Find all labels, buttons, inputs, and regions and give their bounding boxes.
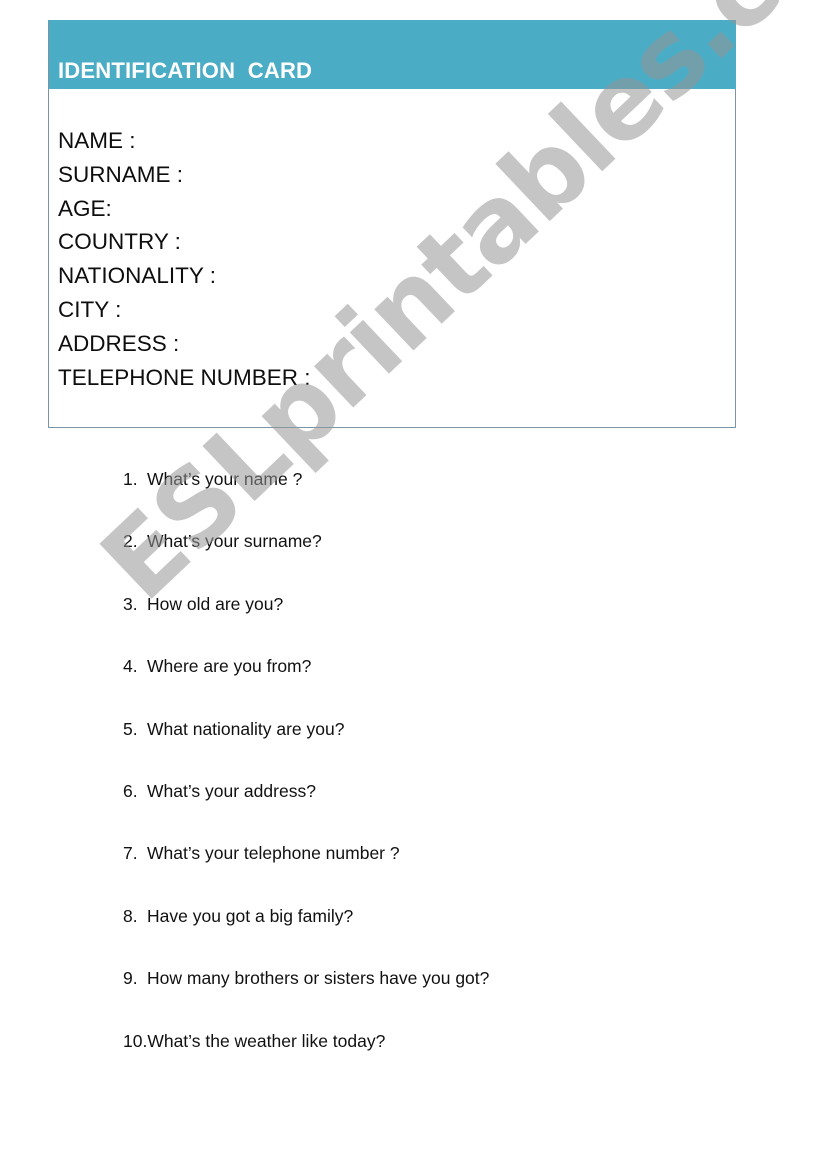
question-number: 2. [123, 531, 138, 552]
card-title: IDENTIFICATION CARD [58, 58, 313, 83]
question-number: 10. [123, 1030, 148, 1051]
card-fields: NAME : SURNAME : AGE: COUNTRY : NATIONAL… [58, 124, 311, 394]
question-number: 5. [123, 718, 138, 739]
field-surname: SURNAME : [58, 161, 184, 187]
question-number: 9. [123, 968, 138, 989]
question-item: 1. What’s your name ? [123, 466, 489, 528]
question-item: 2. What’s your surname? [123, 528, 489, 590]
identification-card: IDENTIFICATION CARD NAME : SURNAME : AGE… [48, 20, 736, 428]
question-list: 1. What’s your name ? 2. What’s your surna… [123, 466, 489, 1090]
question-text: What’s your name ? [147, 469, 303, 489]
question-number: 4. [123, 656, 138, 677]
question-text: What’s your surname? [147, 531, 322, 552]
question-number: 6. [123, 780, 138, 801]
question-number: 1. [123, 469, 138, 489]
question-item: 4. Where are you from? [123, 653, 489, 715]
question-text: What nationality are you? [147, 718, 345, 739]
field-name: NAME : [58, 128, 136, 153]
field-address: ADDRESS : [58, 330, 180, 356]
field-nationality: NATIONALITY : [58, 263, 216, 289]
question-number: 8. [123, 905, 138, 926]
question-item: 5. What nationality are you? [123, 716, 489, 778]
question-item: 7. What’s your telephone number ? [123, 840, 489, 902]
question-number: 7. [123, 843, 138, 864]
question-item: 6. What’s your address? [123, 778, 489, 840]
question-text: Have you got a big family? [147, 905, 354, 926]
question-text: What’s the weather like today? [147, 1030, 386, 1051]
question-item: 9. How many brothers or sisters have you … [123, 965, 489, 1027]
field-telephone-number: TELEPHONE NUMBER : [58, 364, 311, 390]
question-text: Where are you from? [147, 656, 312, 677]
question-text: What’s your telephone number ? [147, 843, 400, 864]
field-age: AGE: [58, 195, 112, 221]
field-city: CITY : [58, 296, 122, 322]
field-country: COUNTRY : [58, 229, 181, 255]
question-text: What’s your address? [147, 780, 316, 801]
question-number: 3. [123, 593, 138, 614]
question-text: How many brothers or sisters have you go… [147, 968, 490, 989]
question-item: 3. How old are you? [123, 591, 489, 653]
card-header: IDENTIFICATION CARD [49, 20, 736, 89]
question-text: How old are you? [147, 593, 284, 614]
question-item: 10.What’s the weather like today? [123, 1028, 489, 1090]
question-item: 8. Have you got a big family? [123, 903, 489, 965]
